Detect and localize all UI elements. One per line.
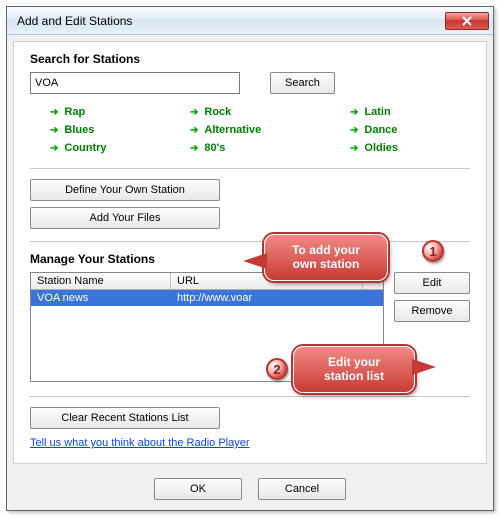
step-marker-1: 1: [422, 240, 444, 262]
titlebar: Add and Edit Stations: [7, 7, 493, 35]
feedback-link[interactable]: Tell us what you think about the Radio P…: [30, 437, 250, 449]
define-row: Define Your Own Station Add Your Files: [30, 179, 470, 235]
separator: [30, 168, 470, 169]
genre-grid: ➔ Rap ➔ Rock ➔ Latin ➔ Blues ➔ Alternative ➔ D…: [50, 106, 470, 154]
edit-button[interactable]: Edit: [394, 272, 470, 294]
dialog-footer: OK Cancel: [7, 470, 493, 510]
cancel-button[interactable]: Cancel: [258, 478, 346, 500]
callout-tail-icon: [412, 359, 436, 375]
ok-button[interactable]: OK: [154, 478, 242, 500]
callout-text: Edit your: [328, 355, 380, 369]
close-button[interactable]: [445, 12, 489, 30]
genre-label: Alternative: [204, 124, 261, 136]
genre-80s[interactable]: ➔ 80's: [190, 142, 350, 154]
separator: [30, 241, 470, 242]
genre-dance[interactable]: ➔ Dance: [350, 124, 470, 136]
genre-rock[interactable]: ➔ Rock: [190, 106, 350, 118]
genre-label: Rock: [204, 106, 231, 118]
arrow-icon: ➔: [50, 125, 58, 136]
window-title: Add and Edit Stations: [17, 14, 445, 28]
arrow-icon: ➔: [190, 125, 198, 136]
callout-edit-list: Edit your station list: [293, 346, 415, 393]
callout-text: station list: [324, 369, 384, 383]
callout-tail-icon: [243, 253, 267, 269]
genre-label: Rap: [64, 106, 85, 118]
arrow-icon: ➔: [350, 143, 358, 154]
genre-label: Latin: [364, 106, 390, 118]
arrow-icon: ➔: [190, 143, 198, 154]
callout-text: own station: [293, 257, 360, 271]
add-files-button[interactable]: Add Your Files: [30, 207, 220, 229]
search-heading: Search for Stations: [30, 52, 470, 66]
genre-rap[interactable]: ➔ Rap: [50, 106, 190, 118]
genre-label: 80's: [204, 142, 225, 154]
callout-text: To add your: [292, 243, 360, 257]
arrow-icon: ➔: [190, 107, 198, 118]
cell-station-name: VOA news: [31, 290, 171, 306]
callout-add-station: To add your own station: [264, 234, 388, 281]
genre-alternative[interactable]: ➔ Alternative: [190, 124, 350, 136]
arrow-icon: ➔: [50, 107, 58, 118]
dialog-window: Add and Edit Stations Search for Station…: [6, 6, 494, 511]
search-input[interactable]: [30, 72, 240, 94]
genre-blues[interactable]: ➔ Blues: [50, 124, 190, 136]
genre-oldies[interactable]: ➔ Oldies: [350, 142, 470, 154]
clear-recent-button[interactable]: Clear Recent Stations List: [30, 407, 220, 429]
col-station-name[interactable]: Station Name: [31, 273, 171, 289]
dialog-body: Search for Stations Search ➔ Rap ➔ Rock ➔ L…: [13, 41, 487, 464]
arrow-icon: ➔: [350, 125, 358, 136]
genre-country[interactable]: ➔ Country: [50, 142, 190, 154]
remove-button[interactable]: Remove: [394, 300, 470, 322]
genre-latin[interactable]: ➔ Latin: [350, 106, 470, 118]
genre-label: Blues: [64, 124, 94, 136]
table-row[interactable]: VOA news http://www.voar: [31, 290, 383, 306]
search-row: Search: [30, 72, 470, 94]
close-icon: [462, 16, 472, 26]
cell-url: http://www.voar: [171, 290, 383, 306]
search-button[interactable]: Search: [270, 72, 335, 94]
arrow-icon: ➔: [350, 107, 358, 118]
define-station-button[interactable]: Define Your Own Station: [30, 179, 220, 201]
separator: [30, 396, 470, 397]
genre-label: Oldies: [364, 142, 398, 154]
step-marker-2: 2: [266, 358, 288, 380]
genre-label: Dance: [364, 124, 397, 136]
genre-label: Country: [64, 142, 106, 154]
arrow-icon: ➔: [50, 143, 58, 154]
